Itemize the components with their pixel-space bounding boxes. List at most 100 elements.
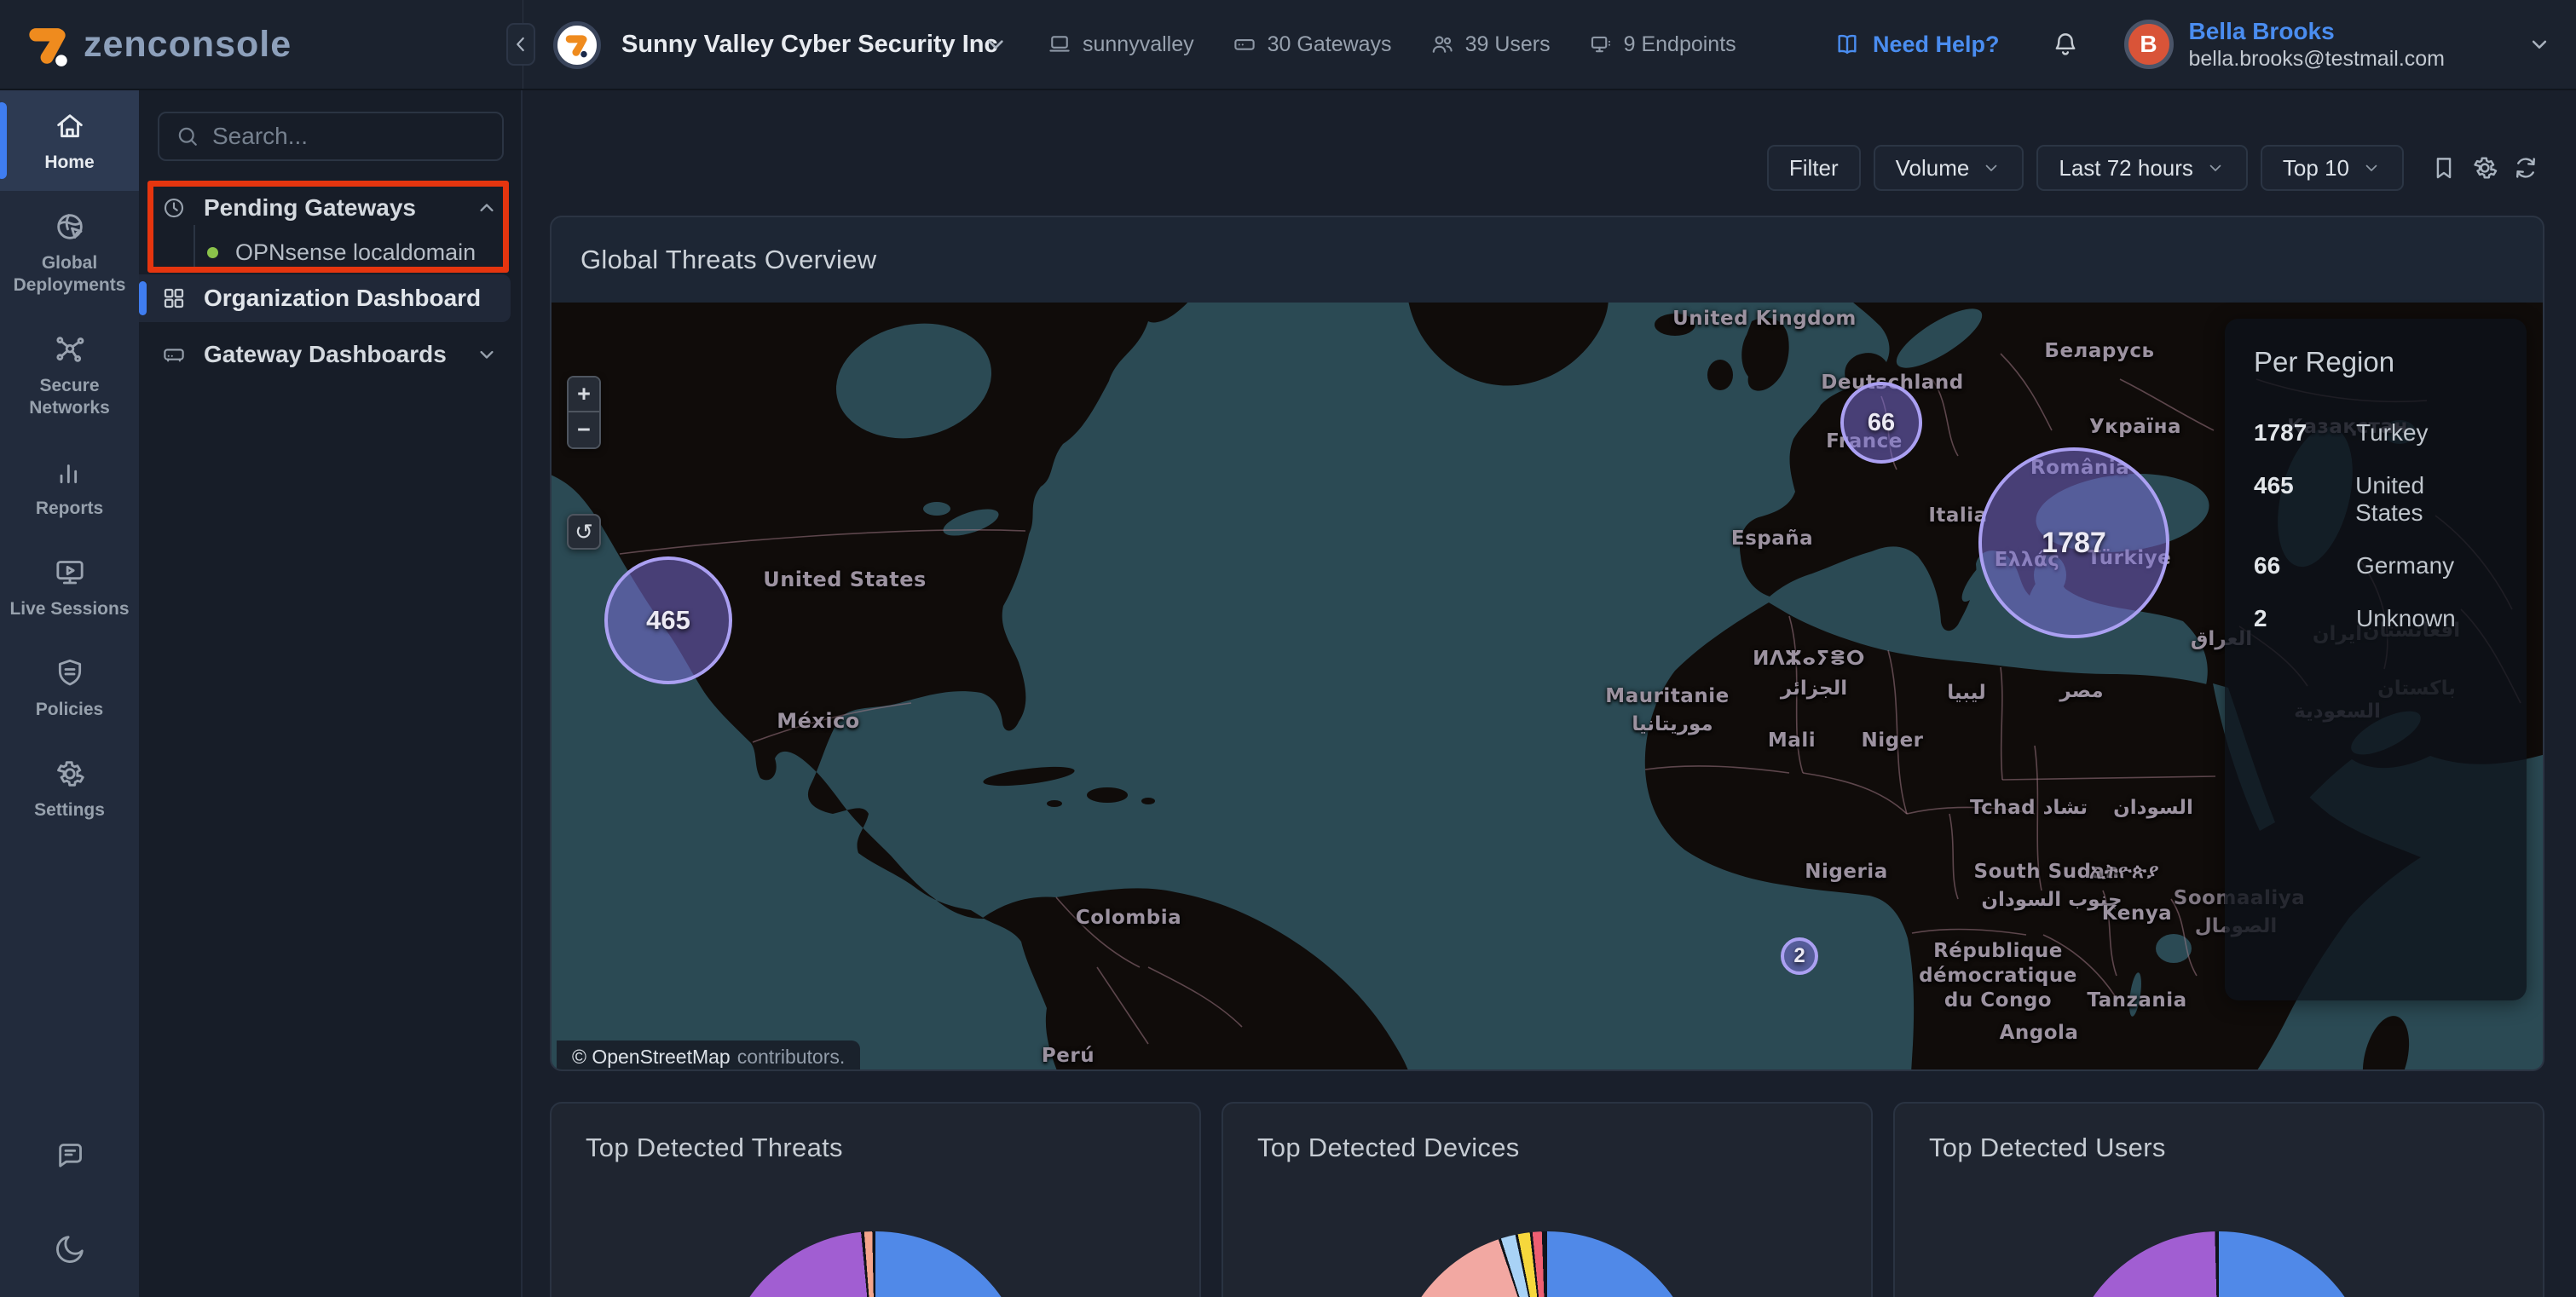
per-region-panel: Per Region 1787Turkey465United States66G…	[2225, 319, 2527, 1000]
live-icon	[53, 556, 87, 590]
chevron-down-icon	[475, 343, 499, 366]
gateway-icon	[1232, 32, 1257, 57]
sidebar-item-global-deployments[interactable]: Global Deployments	[0, 191, 139, 314]
map-zoom-controls: + −	[567, 376, 601, 449]
user-avatar[interactable]: B	[2124, 20, 2174, 69]
chevron-down-icon	[2205, 158, 2226, 178]
icon-sidebar: Home Global DeploymentsSecure Networks Rep…	[0, 90, 139, 1297]
nav-group-label: Gateway Dashboards	[204, 341, 458, 368]
card-title: Top Detected Users	[1929, 1133, 2166, 1163]
theme-toggle-button[interactable]	[53, 1232, 87, 1266]
filter-button[interactable]: Filter	[1767, 145, 1861, 191]
dropdown-value: Last 72 hours	[2059, 155, 2193, 182]
app-header: zenconsole Sunny Valley Cyber Security I…	[0, 0, 2576, 90]
top-detected-threats-pie-chart[interactable]	[722, 1231, 1029, 1297]
dropdown-last-72-hours[interactable]: Last 72 hours	[2036, 145, 2248, 191]
top-detected-users-pie-chart[interactable]	[2065, 1231, 2372, 1297]
region-value: 66	[2254, 552, 2356, 579]
stat-label: 39 Users	[1465, 32, 1551, 57]
org-avatar[interactable]	[553, 21, 601, 69]
user-email: bella.brooks@testmail.com	[2189, 46, 2446, 72]
settings-icon	[53, 757, 87, 791]
map-zoom-out-button[interactable]: −	[569, 412, 599, 447]
stat-label: 9 Endpoints	[1624, 32, 1736, 57]
search-input[interactable]	[212, 123, 520, 150]
brand-logo-icon[interactable]	[24, 20, 73, 70]
need-help-link[interactable]: Need Help?	[1834, 31, 2000, 58]
world-map[interactable]: United KingdomБеларусьDeutschlandУкраїна…	[552, 303, 2544, 1071]
threat-bubble-germany[interactable]: 66	[1840, 382, 1922, 464]
notifications-bell-icon[interactable]	[2051, 30, 2080, 59]
sidebar-item-settings[interactable]: Settings	[0, 738, 139, 839]
sidebar-item-policies[interactable]: Policies	[0, 637, 139, 738]
per-region-row-germany: 66Germany	[2254, 552, 2498, 579]
active-indicator-bar	[0, 102, 7, 179]
sidebar-collapse-button[interactable]	[506, 23, 535, 66]
chevron-up-icon	[475, 196, 499, 220]
book-icon	[1834, 31, 1861, 58]
sidebar-item-label: Home	[44, 152, 94, 174]
region-label: United States	[2355, 472, 2498, 527]
sidebar-item-label: Settings	[34, 799, 105, 821]
user-name: Bella Brooks	[2189, 17, 2446, 46]
dropdown-volume[interactable]: Volume	[1874, 145, 2024, 191]
chevron-left-icon	[510, 33, 532, 55]
user-menu-chevron-icon[interactable]	[2527, 32, 2552, 57]
sidebar-item-reports[interactable]: Reports	[0, 436, 139, 537]
threat-bubble-turkey[interactable]: 1787	[1978, 447, 2169, 638]
org-stats: sunnyvalley 30 Gateways 39 Users 9 Endpoint…	[1047, 0, 1736, 89]
user-menu[interactable]: B Bella Brooks bella.brooks@testmail.com	[2124, 17, 2446, 72]
chevron-down-icon	[1981, 158, 2001, 178]
gear-button[interactable]	[2466, 145, 2504, 191]
card-header: Global Threats Overview	[552, 217, 2543, 303]
sidebar-item-live-sessions[interactable]: Live Sessions	[0, 537, 139, 637]
org-stat-sunnyvalley: sunnyvalley	[1047, 32, 1194, 57]
threat-bubble-united-states[interactable]: 465	[604, 556, 732, 684]
map-zoom-in-button[interactable]: +	[569, 378, 599, 412]
sidebar-item-label: Reports	[36, 498, 103, 520]
region-label: Unknown	[2356, 605, 2456, 632]
region-value: 2	[2254, 605, 2356, 632]
search-box[interactable]	[158, 112, 504, 161]
globe-icon	[53, 210, 87, 244]
nav-panel: Pending Gateways OPNsense localdomain Or…	[139, 90, 523, 1297]
sidebar-item-home[interactable]: Home	[0, 90, 139, 191]
refresh-button[interactable]	[2507, 145, 2544, 191]
tree-guide-line	[193, 225, 195, 268]
map-reset-button[interactable]: ↺	[567, 514, 601, 550]
active-indicator-bar	[139, 281, 147, 315]
clock-icon	[161, 195, 187, 221]
dropdown-top-10[interactable]: Top 10	[2261, 145, 2404, 191]
nav-item-opnsense-localdomain[interactable]: OPNsense localdomain	[139, 230, 521, 274]
threat-bubble-unknown[interactable]: 2	[1781, 937, 1818, 975]
top-detected-threats-card: Top Detected Threats	[550, 1102, 1201, 1297]
per-region-row-turkey: 1787Turkey	[2254, 419, 2498, 447]
map-attribution: © OpenStreetMap contributors.	[557, 1040, 860, 1071]
nav-group-label: Pending Gateways	[204, 194, 458, 222]
stat-label: 30 Gateways	[1268, 32, 1392, 57]
sidebar-item-label: Policies	[36, 699, 103, 721]
attribution-text: contributors.	[737, 1046, 846, 1069]
top-detected-devices-pie-chart[interactable]	[1394, 1231, 1701, 1297]
dashboard-grid-icon	[161, 285, 187, 311]
sidebar-item-label: Live Sessions	[9, 598, 129, 620]
nav-group-gateway-dashboards[interactable]: Gateway Dashboards	[139, 332, 521, 377]
bookmark-button[interactable]	[2425, 145, 2463, 191]
sidebar-item-secure-networks[interactable]: Secure Networks	[0, 314, 139, 436]
nav-item-organization-dashboard[interactable]: Organization Dashboard	[139, 274, 511, 322]
openstreetmap-link[interactable]: © OpenStreetMap	[572, 1046, 731, 1069]
chevron-down-icon	[2361, 158, 2382, 178]
gateway-server-icon	[161, 342, 187, 367]
feedback-button[interactable]	[53, 1138, 87, 1173]
dropdown-value: Top 10	[2283, 155, 2349, 182]
org-stat-9-endpoints: 9 Endpoints	[1588, 32, 1736, 57]
reports-icon	[53, 455, 87, 489]
nav-group-pending-gateways[interactable]: Pending Gateways	[139, 186, 521, 230]
card-title: Global Threats Overview	[580, 245, 876, 275]
home-icon	[53, 109, 87, 143]
region-value: 465	[2254, 472, 2355, 499]
global-threats-card: Global Threats Overview	[550, 216, 2544, 1071]
per-region-row-unknown: 2Unknown	[2254, 605, 2498, 632]
device-icon	[1047, 32, 1072, 57]
org-switcher-chevron-icon[interactable]	[982, 31, 1009, 58]
